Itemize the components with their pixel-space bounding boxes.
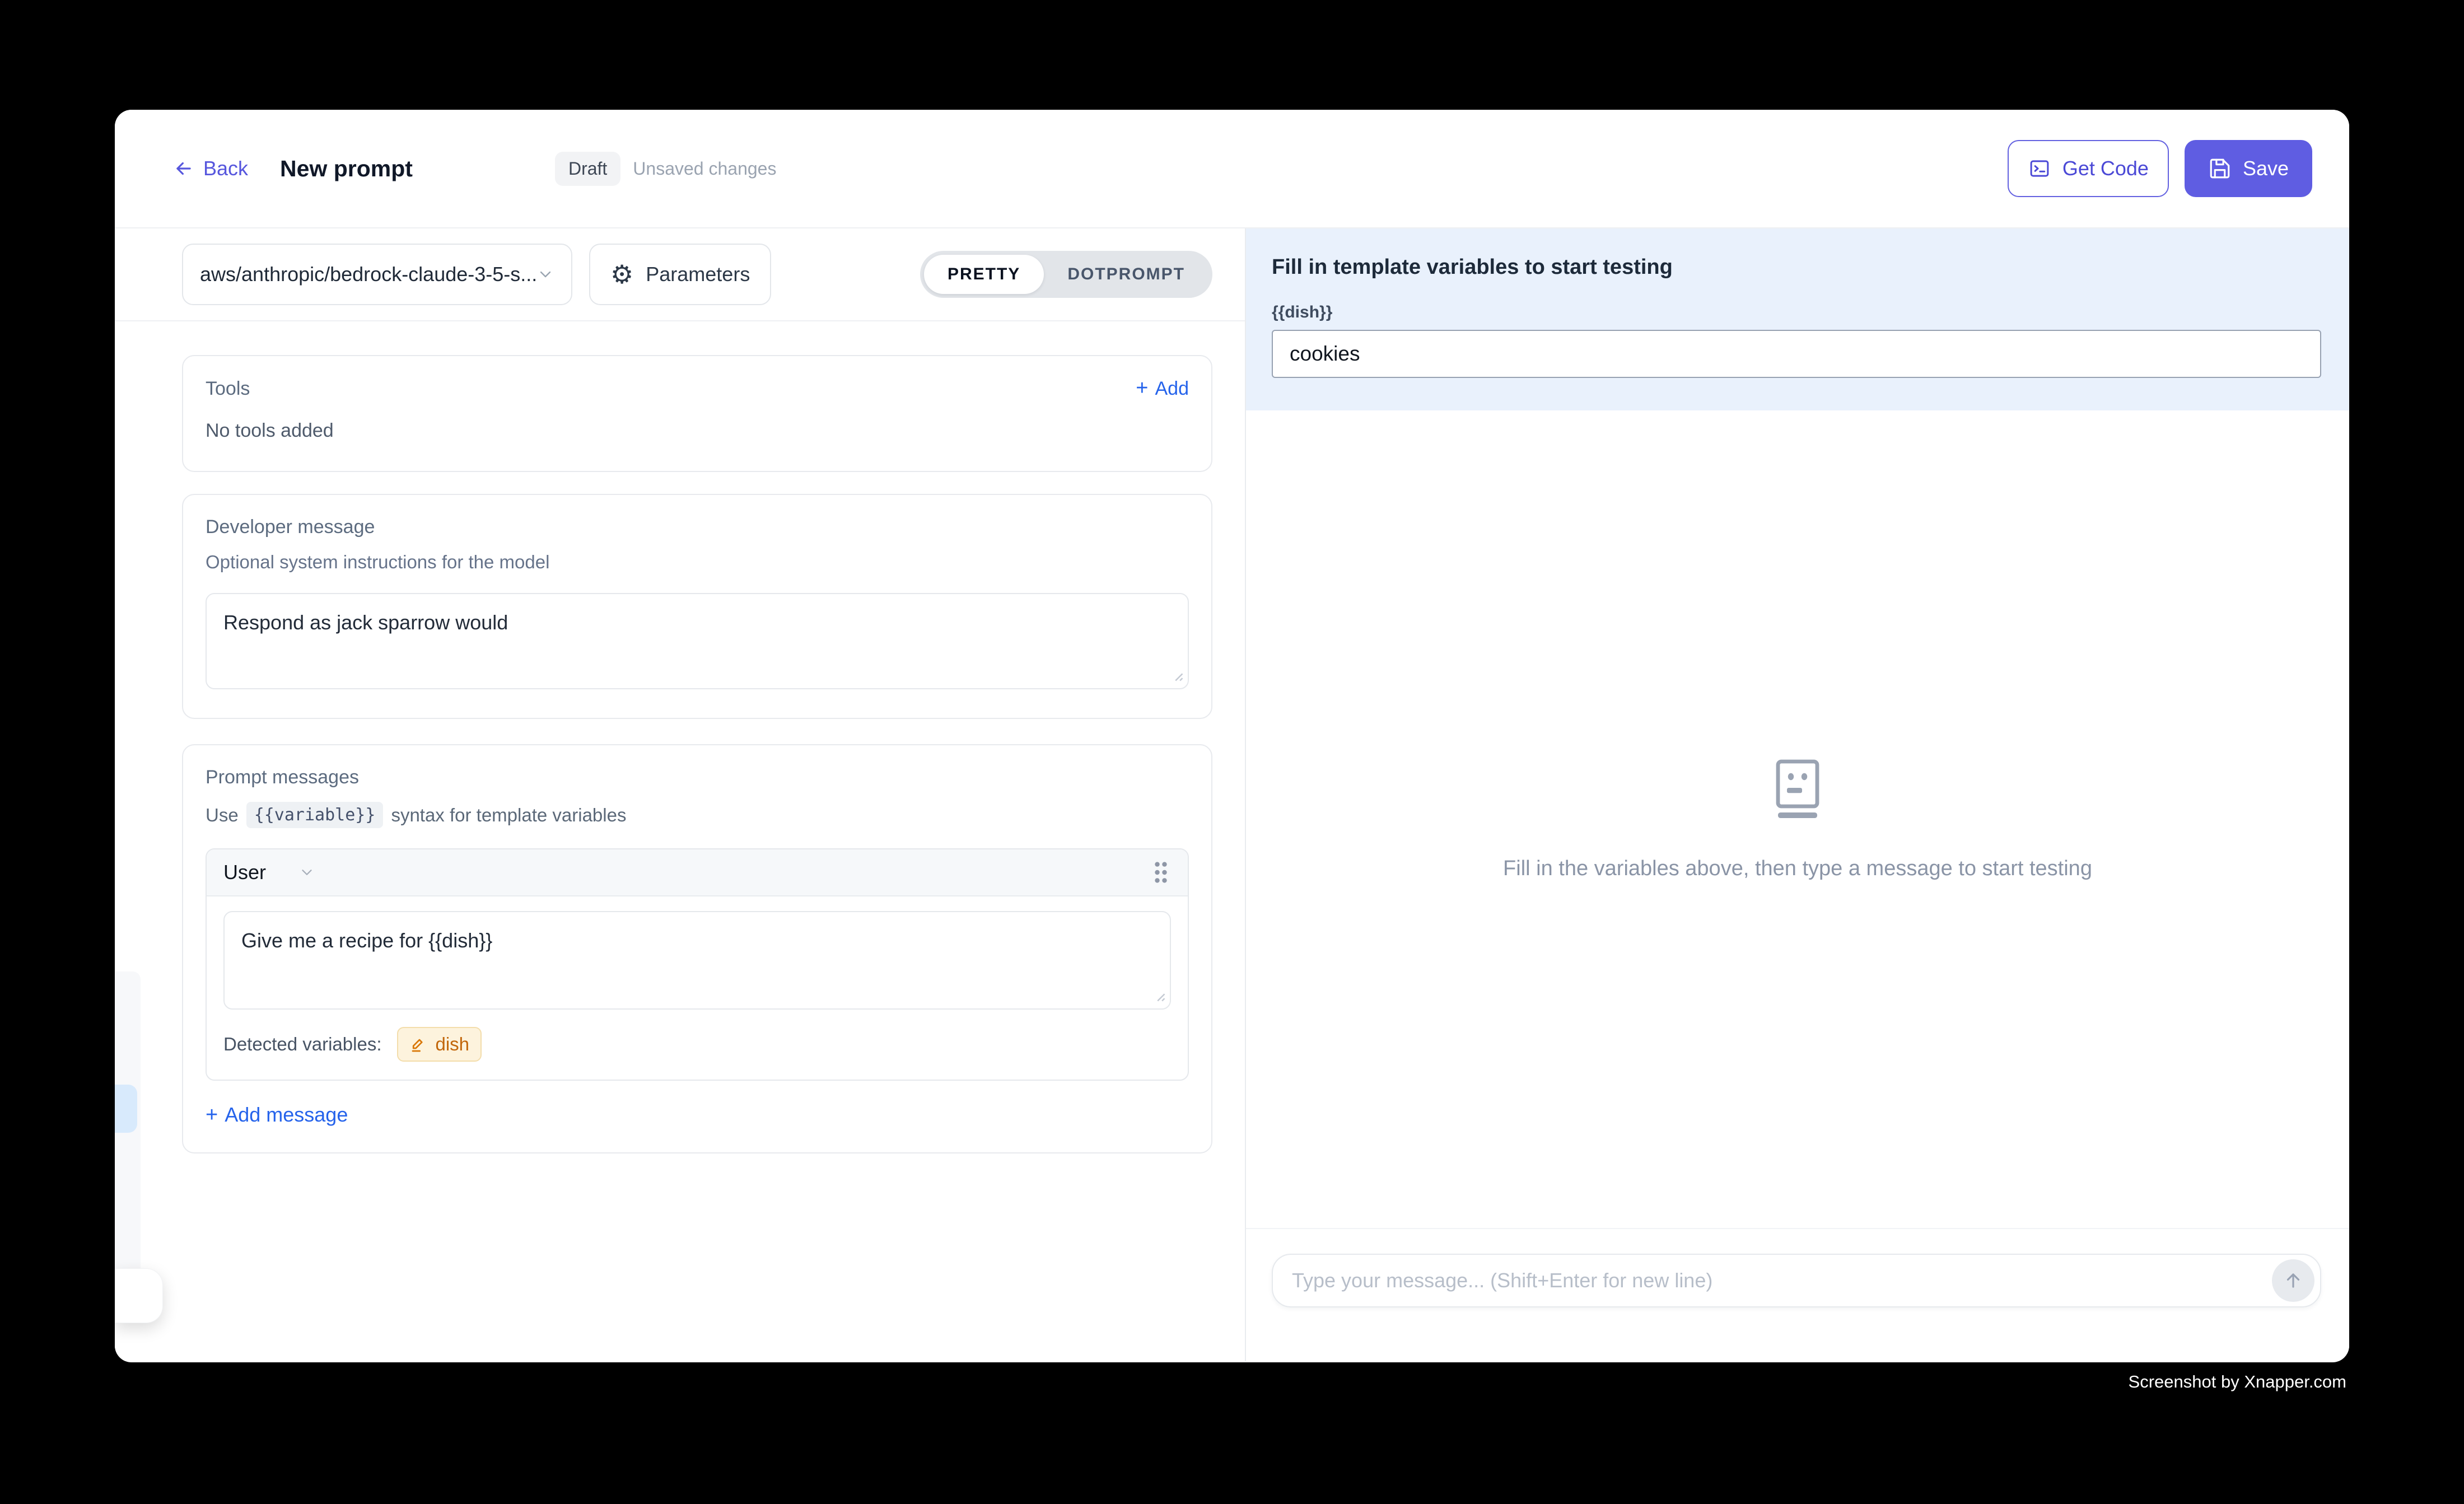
add-message-label: Add message: [225, 1103, 348, 1127]
save-button[interactable]: Save: [2185, 140, 2312, 197]
parameters-label: Parameters: [646, 263, 750, 286]
empty-state-text: Fill in the variables above, then type a…: [1503, 857, 2092, 881]
prompt-messages-card: Prompt messages Use {{variable}} syntax …: [182, 744, 1212, 1153]
save-icon: [2208, 157, 2232, 180]
variable-chip-dish[interactable]: dish: [397, 1027, 482, 1062]
prompt-messages-title: Prompt messages: [206, 767, 1189, 788]
get-code-label: Get Code: [2062, 157, 2149, 180]
cutoff-sidebar-card: [115, 1268, 163, 1323]
chat-input-section: [1246, 1228, 2349, 1361]
add-tool-label: Add: [1155, 378, 1189, 400]
back-arrow-icon: [173, 158, 194, 179]
message-role-value: User: [223, 861, 266, 884]
syntax-hint-code: {{variable}}: [246, 802, 384, 828]
main-split: aws/anthropic/bedrock-claude-3-5-s... ⚙ …: [115, 228, 2349, 1361]
get-code-button[interactable]: Get Code: [2008, 140, 2169, 197]
message-group: User Give me a recipe for {{d: [206, 848, 1189, 1081]
role-chevron-down-icon[interactable]: [298, 864, 315, 881]
terminal-icon: [2028, 157, 2051, 180]
chevron-down-icon: [536, 265, 554, 283]
tester-title: Fill in template variables to start test…: [1272, 255, 2321, 279]
dish-variable-label: {{dish}}: [1272, 303, 2321, 322]
header-actions: Get Code Save: [2008, 140, 2312, 197]
robot-face-icon: [1770, 758, 1826, 820]
header: Back New prompt Draft Unsaved changes Ge…: [115, 110, 2349, 228]
developer-message-subtitle: Optional system instructions for the mod…: [206, 552, 1189, 573]
drag-handle-icon[interactable]: [1151, 859, 1171, 886]
plus-icon: [1136, 377, 1148, 400]
chat-message-input[interactable]: [1280, 1269, 2258, 1292]
developer-message-card: Developer message Optional system instru…: [182, 494, 1212, 719]
parameters-button[interactable]: ⚙ Parameters: [589, 244, 771, 305]
model-selector-value: aws/anthropic/bedrock-claude-3-5-s...: [200, 263, 536, 286]
page-title: New prompt: [280, 156, 413, 182]
tester-panel: Fill in template variables to start test…: [1245, 228, 2349, 1361]
back-button[interactable]: Back: [173, 157, 248, 180]
status-badge: Draft: [555, 152, 620, 186]
save-label: Save: [2243, 157, 2289, 180]
model-selector[interactable]: aws/anthropic/bedrock-claude-3-5-s...: [182, 244, 572, 305]
variable-chip-label: dish: [435, 1034, 469, 1055]
prompt-editor-panel: aws/anthropic/bedrock-claude-3-5-s... ⚙ …: [115, 228, 1245, 1361]
syntax-hint-prefix: Use: [206, 805, 239, 826]
developer-message-textarea[interactable]: Respond as jack sparrow would: [206, 593, 1189, 689]
add-tool-button[interactable]: Add: [1136, 377, 1189, 400]
editor-scroll-area: Tools Add No tools added Developer messa…: [115, 321, 1245, 1153]
arrow-up-icon: [2283, 1270, 2304, 1291]
gear-icon: ⚙: [610, 261, 633, 287]
back-label: Back: [203, 157, 248, 180]
dish-variable-input[interactable]: [1272, 330, 2321, 378]
model-bar: aws/anthropic/bedrock-claude-3-5-s... ⚙ …: [115, 228, 1245, 321]
tools-card-title: Tools: [206, 378, 250, 400]
screenshot-stage: Back New prompt Draft Unsaved changes Ge…: [0, 0, 2464, 1504]
watermark-text: Screenshot by Xnapper.com: [2129, 1372, 2346, 1392]
detected-variables-row: Detected variables: dish: [207, 1012, 1188, 1080]
app-window: Back New prompt Draft Unsaved changes Ge…: [115, 110, 2349, 1362]
chat-input-box: [1272, 1254, 2321, 1307]
template-variables-section: Fill in template variables to start test…: [1246, 228, 2349, 410]
add-message-button[interactable]: Add message: [206, 1103, 348, 1127]
no-tools-text: No tools added: [206, 420, 1189, 442]
tools-card: Tools Add No tools added: [182, 355, 1212, 472]
unsaved-changes-text: Unsaved changes: [633, 158, 776, 179]
syntax-hint: Use {{variable}} syntax for template var…: [206, 802, 1189, 828]
send-message-button[interactable]: [2272, 1259, 2314, 1302]
detected-variables-label: Detected variables:: [223, 1034, 381, 1055]
message-textarea[interactable]: Give me a recipe for {{dish}}: [223, 911, 1171, 1010]
chat-empty-state: Fill in the variables above, then type a…: [1246, 410, 2349, 1228]
toggle-pretty[interactable]: PRETTY: [924, 255, 1044, 294]
message-body: Give me a recipe for {{dish}}: [207, 896, 1188, 1012]
edit-pencil-icon: [409, 1035, 427, 1053]
syntax-hint-suffix: syntax for template variables: [391, 805, 626, 826]
view-mode-toggle: PRETTY DOTPROMPT: [920, 251, 1212, 298]
plus-icon: [206, 1103, 218, 1127]
toggle-dotprompt[interactable]: DOTPROMPT: [1044, 255, 1208, 294]
developer-message-title: Developer message: [206, 516, 1189, 538]
message-role-header: User: [207, 849, 1188, 896]
cutoff-sidebar-active-item: [115, 1085, 137, 1133]
